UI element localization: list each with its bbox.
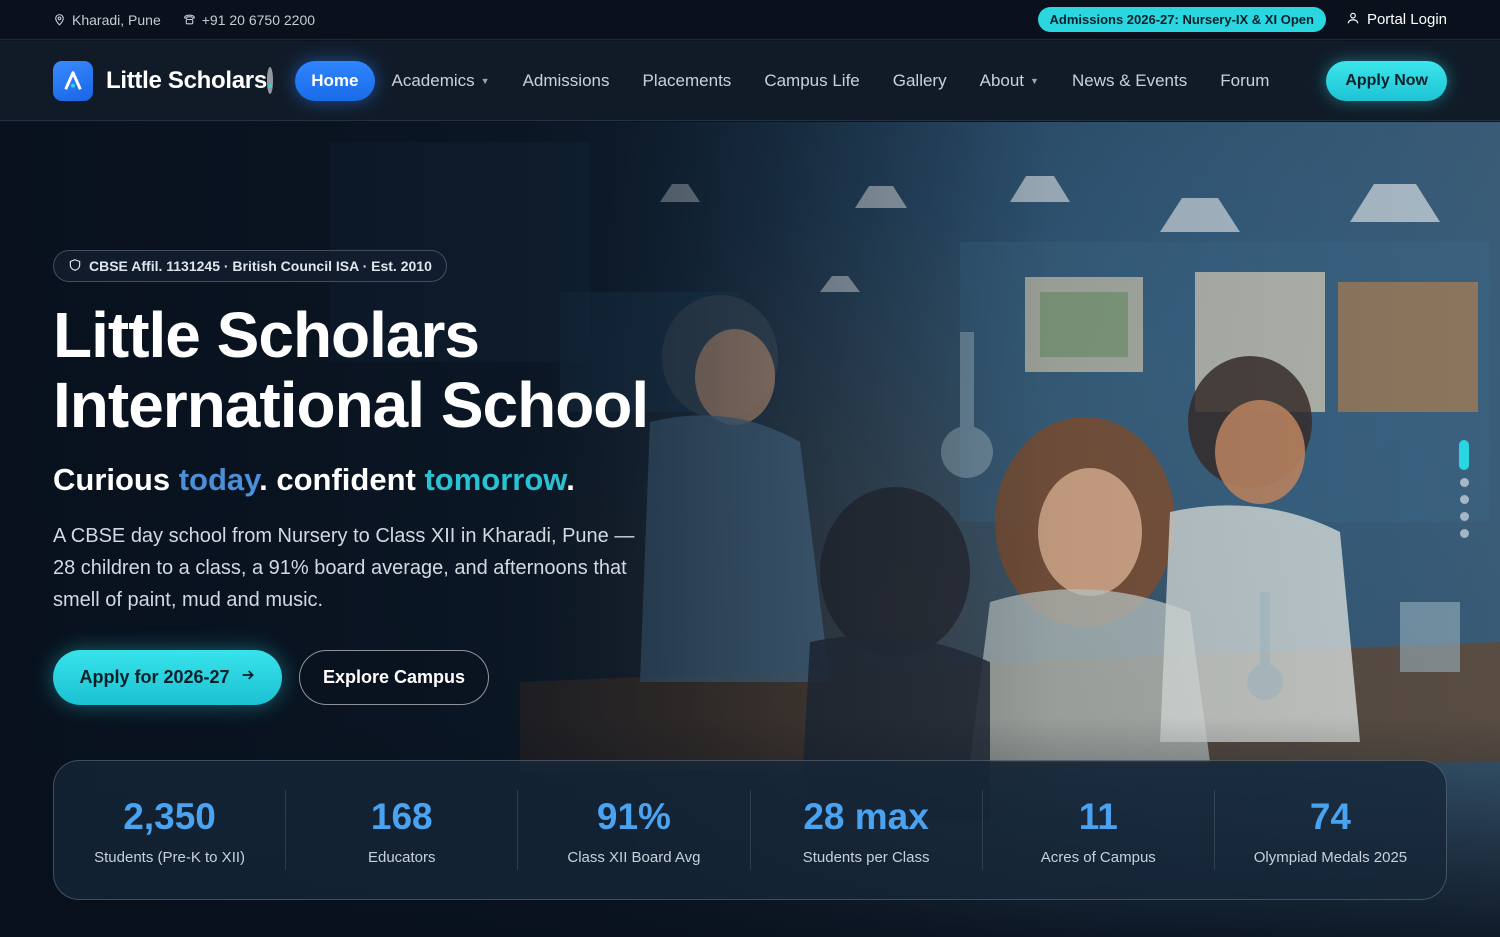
logo-a-icon [53, 60, 93, 101]
nav-item-about[interactable]: About ▼ [964, 61, 1055, 101]
nav-item-home[interactable]: Home [295, 60, 375, 101]
stat-board-avg: 91% Class XII Board Avg [518, 790, 751, 870]
slide-dot[interactable] [1459, 512, 1469, 521]
apply-2026-button[interactable]: Apply for 2026-27 [53, 650, 282, 705]
stat-value: 2,350 [123, 795, 216, 837]
arrow-right-icon [240, 667, 256, 688]
nav-item-admissions[interactable]: Admissions [507, 61, 626, 101]
title-line-1: Little Scholars [53, 299, 480, 371]
apply-2026-label: Apply for 2026-27 [79, 667, 230, 687]
slide-dot[interactable] [1459, 478, 1469, 487]
portal-login-label: Portal Login [1366, 11, 1447, 28]
stat-value: 11 [1078, 795, 1118, 837]
tagline-part: . [566, 462, 575, 497]
hero-description: A CBSE day school from Nursery to Class … [53, 525, 635, 611]
chevron-down-icon: ▼ [1030, 75, 1039, 86]
slide-dot[interactable] [1459, 529, 1469, 538]
nav-item-label: Placements [642, 70, 732, 90]
stat-label: Students (Pre-K to XII) [94, 848, 246, 866]
slide-dot[interactable] [1459, 495, 1469, 504]
phone-icon [183, 13, 196, 26]
apply-now-button[interactable]: Apply Now [1326, 60, 1447, 101]
nav-item-label: Forum [1220, 70, 1270, 90]
stat-acres: 11 Acres of Campus [983, 790, 1215, 870]
slide-indicator [1459, 440, 1469, 538]
brand-text: Little Scholars [106, 66, 267, 94]
stat-label: Educators [367, 848, 436, 866]
top-bar: Kharadi, Pune +91 20 6750 2200 Admission… [0, 0, 1500, 40]
stat-educators: 168 Educators [286, 790, 519, 870]
affiliation-text: CBSE Affil. 1131245 · British Council IS… [89, 258, 432, 274]
nav-item-placements[interactable]: Placements [626, 61, 747, 101]
page-title: Little Scholars International School [53, 299, 649, 441]
tagline-part: . confident [259, 462, 425, 497]
shield-icon [68, 258, 82, 275]
main-nav: Little Scholars. Home Academics ▼ Admissi… [0, 41, 1500, 121]
tagline-part: Curious [53, 462, 179, 497]
stat-value: 168 [370, 795, 433, 837]
nav-item-news-events[interactable]: News & Events [1056, 61, 1203, 101]
nav-item-campus-life[interactable]: Campus Life [748, 61, 875, 101]
nav-menu: Home Academics ▼ Admissions Placements Ca… [295, 60, 1286, 101]
brand-name: Little Scholars. [106, 66, 274, 95]
admissions-badge[interactable]: Admissions 2026-27: Nursery-IX & XI Open [1037, 7, 1326, 32]
nav-item-label: Academics [391, 70, 475, 90]
tagline-accent-today: today [178, 462, 260, 497]
phone-info[interactable]: +91 20 6750 2200 [183, 12, 315, 28]
stat-value: 28 max [803, 795, 929, 837]
nav-item-label: About [979, 70, 1025, 90]
location-text: Kharadi, Pune [72, 11, 161, 28]
stats-panel: 2,350 Students (Pre-K to XII) 168 Educat… [53, 760, 1447, 900]
nav-item-label: Gallery [892, 70, 947, 90]
nav-item-academics[interactable]: Academics ▼ [376, 61, 506, 101]
portal-login-link[interactable]: Portal Login [1346, 11, 1447, 29]
nav-item-label: Campus Life [764, 70, 860, 90]
stat-label: Class XII Board Avg [567, 848, 701, 866]
stat-label: Olympiad Medals 2025 [1253, 848, 1408, 866]
title-line-2: International School [53, 369, 649, 441]
chevron-down-icon: ▼ [480, 75, 490, 86]
slide-dot-active[interactable] [1459, 440, 1469, 470]
explore-campus-button[interactable]: Explore Campus [299, 650, 489, 705]
user-icon [1346, 11, 1360, 29]
nav-item-label: Home [311, 70, 359, 90]
stat-value: 91% [596, 795, 671, 837]
affiliation-badge: CBSE Affil. 1131245 · British Council IS… [53, 250, 447, 282]
nav-item-gallery[interactable]: Gallery [877, 61, 963, 101]
stat-value: 74 [1309, 795, 1352, 837]
stat-olympiad: 74 Olympiad Medals 2025 [1215, 790, 1446, 870]
stat-label: Students per Class [802, 848, 930, 866]
stat-students: 2,350 Students (Pre-K to XII) [54, 790, 287, 870]
tagline: Curious today. confident tomorrow. [53, 462, 575, 498]
nav-item-forum[interactable]: Forum [1204, 61, 1285, 101]
map-pin-icon [53, 13, 66, 26]
nav-item-label: News & Events [1071, 70, 1188, 90]
phone-text: +91 20 6750 2200 [201, 11, 316, 28]
nav-item-label: Admissions [522, 70, 610, 90]
stat-class-size: 28 max Students per Class [751, 790, 983, 870]
brand-dot: . [266, 66, 274, 94]
location-info: Kharadi, Pune [53, 12, 161, 28]
stat-label: Acres of Campus [1040, 848, 1156, 866]
logo[interactable]: Little Scholars. [53, 60, 274, 101]
tagline-accent-tomorrow: tomorrow [424, 462, 567, 497]
